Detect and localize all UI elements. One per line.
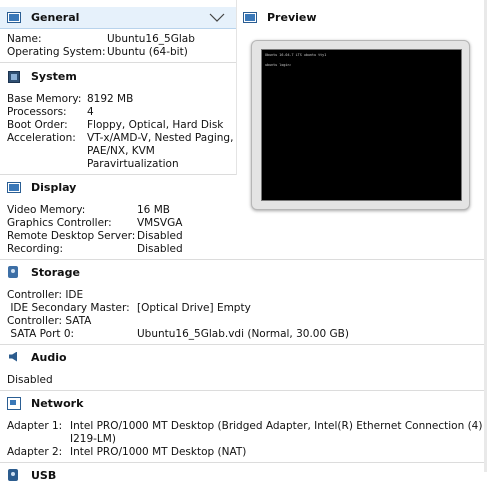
sata-port-label: SATA Port 0: xyxy=(7,328,75,340)
remote-desktop-value: Disabled xyxy=(137,230,183,242)
audio-section-header[interactable]: Audio xyxy=(0,346,484,368)
usb-section-header[interactable]: USB xyxy=(0,464,484,486)
graphics-controller-value: VMSVGA xyxy=(137,217,183,229)
acceleration-value: Paravirtualization xyxy=(87,158,179,170)
audio-status: Disabled xyxy=(7,374,53,386)
speaker-icon xyxy=(7,351,21,364)
usb-title: USB xyxy=(31,468,57,482)
recording-label: Recording: xyxy=(7,243,64,255)
general-title: General xyxy=(31,11,80,24)
divider xyxy=(0,62,236,63)
adapter-2-value: Intel PRO/1000 MT Desktop (NAT) xyxy=(70,446,247,458)
base-memory-value: 8192 MB xyxy=(87,93,134,105)
adapter-1-value: Intel PRO/1000 MT Desktop (Bridged Adapt… xyxy=(70,420,483,432)
video-memory-label: Video Memory: xyxy=(7,204,86,216)
display-title: Display xyxy=(31,180,77,194)
controller-ide-label: Controller: IDE xyxy=(7,289,84,301)
preview-title: Preview xyxy=(267,10,317,24)
general-os-label: Operating System: xyxy=(7,46,106,58)
chevron-down-icon[interactable] xyxy=(209,13,225,22)
general-name-value: Ubuntu16_5Glab xyxy=(107,33,195,45)
adapter-1-value: I219-LM) xyxy=(70,433,116,445)
adapter-1-label: Adapter 1: xyxy=(7,420,63,432)
screen-line: ubuntu login: xyxy=(265,63,292,67)
system-title: System xyxy=(31,69,77,83)
monitor-icon xyxy=(243,11,257,24)
storage-title: Storage xyxy=(31,265,80,279)
recording-value: Disabled xyxy=(137,243,183,255)
divider xyxy=(0,390,484,391)
screen-line: Ubuntu 16.04.7 LTS ubuntu tty1 xyxy=(265,53,327,57)
usb-icon xyxy=(7,468,21,482)
divider xyxy=(0,344,484,345)
base-memory-label: Base Memory: xyxy=(7,93,82,105)
acceleration-value: PAE/NX, KVM xyxy=(87,145,155,157)
video-memory-value: 16 MB xyxy=(137,204,170,216)
network-title: Network xyxy=(31,396,84,410)
ide-secondary-master-value: [Optical Drive] Empty xyxy=(137,302,251,314)
acceleration-label: Acceleration: xyxy=(7,132,76,144)
remote-desktop-label: Remote Desktop Server: xyxy=(7,230,136,242)
monitor-icon xyxy=(7,181,21,194)
chip-icon xyxy=(7,70,21,83)
column-divider xyxy=(236,0,237,175)
preview-section-header[interactable]: Preview xyxy=(236,6,484,28)
processors-value: 4 xyxy=(87,106,94,118)
general-section-header[interactable]: General xyxy=(0,7,236,29)
system-section-header[interactable]: System xyxy=(0,65,236,87)
processors-label: Processors: xyxy=(7,106,67,118)
divider xyxy=(0,259,484,260)
adapter-2-label: Adapter 2: xyxy=(7,446,63,458)
sata-port-value: Ubuntu16_5Glab.vdi (Normal, 30.00 GB) xyxy=(137,328,349,340)
network-icon xyxy=(7,396,21,410)
ide-secondary-master-label: IDE Secondary Master: xyxy=(7,302,130,314)
graphics-controller-label: Graphics Controller: xyxy=(7,217,112,229)
disk-icon xyxy=(7,265,21,279)
network-section-header[interactable]: Network xyxy=(0,392,484,414)
display-section-header[interactable]: Display xyxy=(0,176,236,198)
preview-thumbnail: Ubuntu 16.04.7 LTS ubuntu tty1 ubuntu lo… xyxy=(251,40,470,210)
acceleration-value: VT-x/AMD-V, Nested Paging, xyxy=(87,132,234,144)
storage-section-header[interactable]: Storage xyxy=(0,261,484,283)
divider xyxy=(0,462,484,463)
audio-title: Audio xyxy=(31,350,67,364)
vm-screen: Ubuntu 16.04.7 LTS ubuntu tty1 ubuntu lo… xyxy=(261,49,462,201)
general-name-label: Name: xyxy=(7,33,42,45)
boot-order-label: Boot Order: xyxy=(7,119,68,131)
divider xyxy=(0,174,236,175)
boot-order-value: Floppy, Optical, Hard Disk xyxy=(87,119,224,131)
controller-sata-label: Controller: SATA xyxy=(7,315,92,327)
general-os-value: Ubuntu (64-bit) xyxy=(107,46,188,58)
monitor-icon xyxy=(7,11,21,24)
